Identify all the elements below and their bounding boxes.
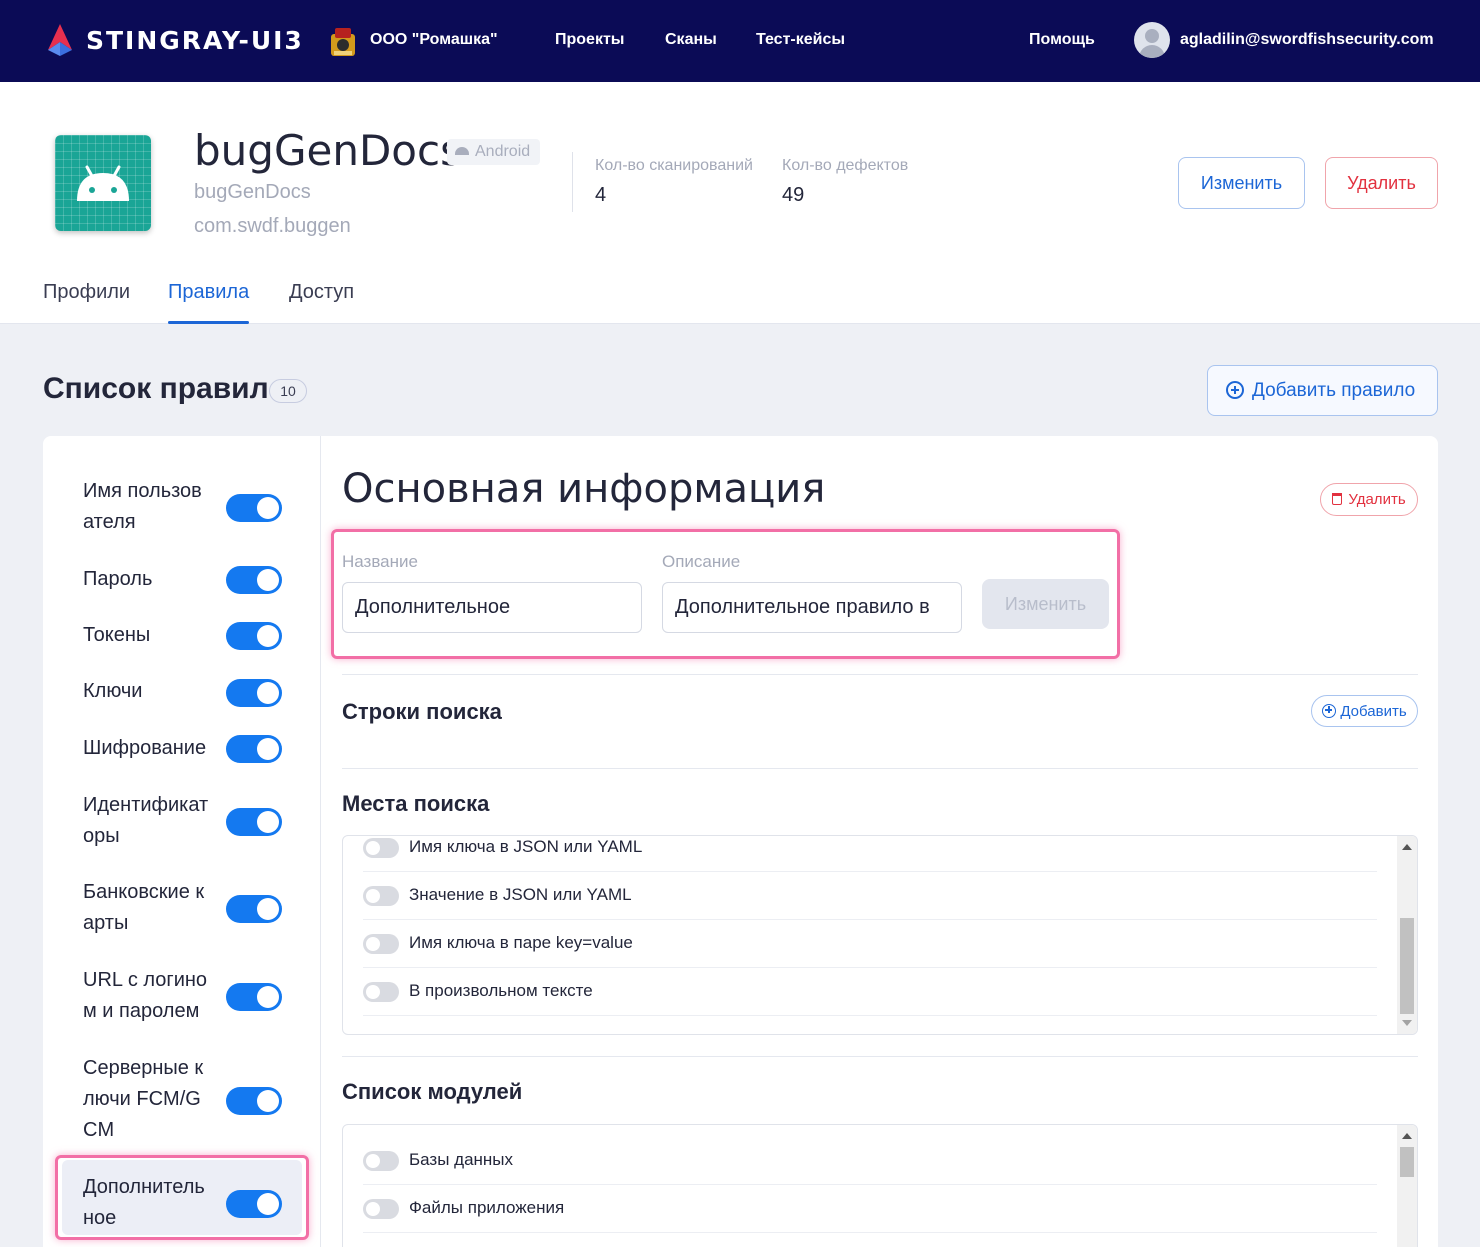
basic-info-highlight <box>331 529 1120 659</box>
rule-item-encryption[interactable]: Шифрование <box>83 733 218 764</box>
add-circle-icon <box>1322 703 1337 718</box>
module-label: Файлы приложения <box>409 1198 565 1217</box>
add-rule-label: Добавить правило <box>1252 379 1416 401</box>
top-navbar: STINGRAY-UI3 ООО "Ромашка" Проекты Сканы… <box>0 0 1480 82</box>
nav-link-help[interactable]: Помощь <box>1029 31 1095 49</box>
app-title: bugGenDocs <box>194 126 462 175</box>
rule-toggle-fcm-keys[interactable] <box>226 1087 282 1115</box>
rule-item-url-credentials[interactable]: URL с логино м и паролем <box>83 965 218 1027</box>
nav-link-test-cases[interactable]: Тест-кейсы <box>756 31 845 49</box>
user-avatar[interactable] <box>1134 22 1170 58</box>
search-place-toggle[interactable] <box>363 886 399 906</box>
module-label: Базы данных <box>409 1150 514 1169</box>
rule-item-tokens[interactable]: Токены <box>83 620 218 651</box>
search-place-label: Значение в JSON или YAML <box>409 885 632 904</box>
user-email[interactable]: agladilin@swordfishsecurity.com <box>1180 31 1434 49</box>
android-small-icon <box>455 147 469 155</box>
scan-count-value: 4 <box>595 184 607 206</box>
search-place-toggle[interactable] <box>363 934 399 954</box>
tab-profiles[interactable]: Профили <box>43 281 130 304</box>
list-item[interactable]: Файлы приложения <box>363 1185 1377 1233</box>
rule-toggle-identifiers[interactable] <box>226 808 282 836</box>
rule-toggle-keys[interactable] <box>226 679 282 707</box>
scroll-up-icon[interactable] <box>1402 1133 1412 1139</box>
rule-toggle-encryption[interactable] <box>226 735 282 763</box>
section-divider <box>342 768 1418 769</box>
app-package: com.swdf.buggen <box>194 215 351 237</box>
rule-item-identifiers[interactable]: Идентификат оры <box>83 790 218 852</box>
search-strings-title: Строки поиска <box>342 699 502 724</box>
search-places-title: Места поиска <box>342 791 490 816</box>
search-places-list[interactable]: Имя ключа в JSON или YAML Значение в JSO… <box>342 835 1418 1035</box>
rules-list-title: Список правил <box>43 372 269 405</box>
scrollbar-thumb[interactable] <box>1400 918 1414 1014</box>
delete-rule-button[interactable]: Удалить <box>1320 483 1418 516</box>
delete-rule-label: Удалить <box>1348 491 1406 508</box>
active-tab-indicator <box>168 321 249 324</box>
rule-item-password[interactable]: Пароль <box>83 564 218 595</box>
section-divider <box>342 674 1418 675</box>
nav-link-scans[interactable]: Сканы <box>665 31 717 49</box>
list-item[interactable]: Базы данных <box>363 1137 1377 1185</box>
defect-count-value: 49 <box>782 184 805 206</box>
app-header: bugGenDocs Android bugGenDocs com.swdf.b… <box>0 82 1480 324</box>
rule-toggle-bank-cards[interactable] <box>226 895 282 923</box>
detail-title: Основная информация <box>342 466 826 512</box>
module-toggle[interactable] <box>363 1151 399 1171</box>
search-place-label: В произвольном тексте <box>409 981 593 1000</box>
add-circle-icon <box>1226 380 1244 399</box>
edit-app-button[interactable]: Изменить <box>1178 157 1305 209</box>
list-item[interactable]: Значение в JSON или YAML <box>363 872 1377 920</box>
search-place-toggle[interactable] <box>363 838 399 858</box>
brand-name[interactable]: STINGRAY-UI3 <box>86 26 304 55</box>
rule-toggle-password[interactable] <box>226 566 282 594</box>
platform-label: Android <box>475 143 531 160</box>
add-search-string-label: Добавить <box>1340 702 1407 720</box>
rules-count-badge: 10 <box>269 379 307 403</box>
organization-logo-icon <box>331 28 355 56</box>
rule-toggle-url-credentials[interactable] <box>226 983 282 1011</box>
rule-toggle-tokens[interactable] <box>226 622 282 650</box>
rule-toggle-username[interactable] <box>226 494 282 522</box>
list-item[interactable]: Имя ключа в паре key=value <box>363 920 1377 968</box>
android-icon <box>77 165 129 201</box>
header-divider <box>572 152 573 212</box>
selected-rule-highlight <box>55 1155 309 1240</box>
scan-count-label: Кол-во сканирований <box>595 157 753 174</box>
section-divider <box>342 1056 1418 1057</box>
scroll-up-icon[interactable] <box>1402 844 1412 850</box>
tab-access[interactable]: Доступ <box>289 281 354 304</box>
stingray-logo-icon[interactable] <box>42 22 78 58</box>
rule-item-username[interactable]: Имя пользов ателя <box>83 476 218 538</box>
rule-item-fcm-keys[interactable]: Серверные к лючи FCM/G CM <box>83 1053 218 1146</box>
modules-list[interactable]: Базы данных Файлы приложения <box>342 1124 1418 1247</box>
tab-rules[interactable]: Правила <box>168 281 249 304</box>
scrollbar[interactable] <box>1397 836 1417 1034</box>
scrollbar-thumb[interactable] <box>1400 1147 1414 1177</box>
list-item[interactable]: Имя ключа в JSON или YAML <box>363 836 1377 872</box>
add-rule-button[interactable]: Добавить правило <box>1207 365 1438 416</box>
organization-selector[interactable]: ООО "Ромашка" <box>370 31 498 49</box>
rule-item-bank-cards[interactable]: Банковские к арты <box>83 877 218 939</box>
trash-icon <box>1332 493 1343 505</box>
scrollbar[interactable] <box>1397 1125 1417 1247</box>
rule-item-keys[interactable]: Ключи <box>83 676 218 707</box>
panel-divider <box>320 436 321 1247</box>
app-name: bugGenDocs <box>194 181 311 203</box>
list-item[interactable]: В произвольном тексте <box>363 968 1377 1016</box>
module-toggle[interactable] <box>363 1199 399 1219</box>
scroll-down-icon[interactable] <box>1402 1020 1412 1026</box>
nav-link-projects[interactable]: Проекты <box>555 31 624 49</box>
add-search-string-button[interactable]: Добавить <box>1311 695 1418 727</box>
search-place-toggle[interactable] <box>363 982 399 1002</box>
modules-title: Список модулей <box>342 1079 523 1104</box>
defect-count-label: Кол-во дефектов <box>782 157 909 174</box>
app-icon <box>55 135 151 231</box>
search-place-label: Имя ключа в паре key=value <box>409 933 633 952</box>
search-place-label: Имя ключа в JSON или YAML <box>409 837 643 856</box>
delete-app-button[interactable]: Удалить <box>1325 157 1438 209</box>
platform-badge: Android <box>447 139 541 165</box>
